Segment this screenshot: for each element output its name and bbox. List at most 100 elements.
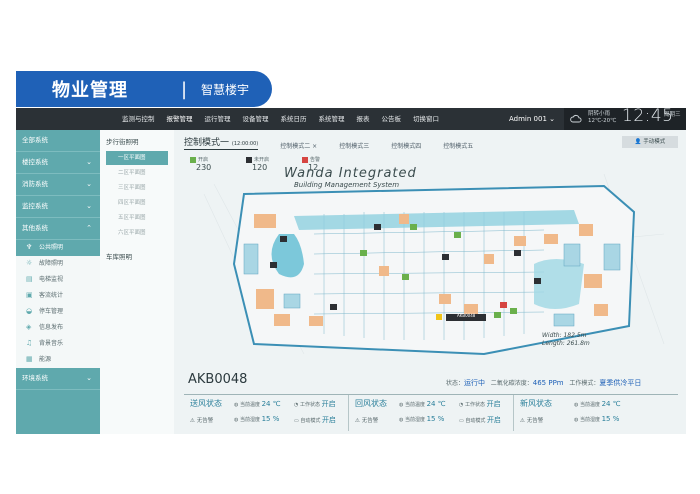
mode-tabs: 控制模式一 (12:00:00) 控制模式二 × 控制模式三 控制模式四 控制模… (184, 136, 495, 150)
legend-off-count: 120 (252, 163, 268, 172)
sidebar-group-label: 全部系统 (22, 136, 48, 144)
sidebar-item-traffic[interactable]: ▣ 客流统计 (16, 288, 100, 304)
banner-subtitle: 智慧楼宇 (201, 83, 250, 97)
sidebar-item-elevator[interactable]: ▤ 电梯监视 (16, 272, 100, 288)
menu-item-report[interactable]: 报表 (351, 108, 376, 130)
floor-item-6[interactable]: 六区平面图 (106, 226, 168, 240)
legend-off-swatch (246, 156, 252, 163)
floor-panel: 步行街照明 一区平面图 二区平面图 三区平面图 四区平面图 五区平面图 六区平面… (100, 130, 174, 434)
co2-value: 465 PPm (532, 379, 564, 387)
menu-item-switch-window[interactable]: 切换窗口 (407, 108, 445, 130)
floor-item-5[interactable]: 五区平面图 (106, 211, 168, 225)
sidebar-group-label: 其他系统 (22, 224, 48, 232)
sidebar-group-label: 环境系统 (22, 374, 48, 382)
menu-item-device[interactable]: 设备管理 (237, 108, 275, 130)
run-status: 运行中 (464, 379, 486, 387)
return-air-card: 回风状态 ◍ 当前温度 24 ℃ ◔ 工作状态 开启 ⚠ 无告警 ◍ 当前湿度 … (349, 395, 514, 431)
alarm-icon: ☼ (26, 259, 33, 267)
status-icon: ◔ (294, 402, 299, 408)
sidebar-item-public-lighting[interactable]: ♆ 公共照明 (16, 240, 100, 256)
tab-mode-4[interactable]: 控制模式四 (391, 141, 421, 150)
sidebar-group-building[interactable]: 楼控系统 ⌄ (16, 152, 100, 174)
sidebar-item-energy[interactable]: ▦ 能源 (16, 352, 100, 368)
sidebar-item-fault-lighting[interactable]: ☼ 故障照明 (16, 256, 100, 272)
manual-mode-button[interactable]: 👤 手动模式 (622, 136, 678, 148)
menu-item-calendar[interactable]: 系统日历 (275, 108, 313, 130)
floor-plan-drawing (184, 154, 678, 368)
sidebar-group-other[interactable]: 其他系统 ⌃ (16, 218, 100, 240)
floor-item-3[interactable]: 三区平面图 (106, 181, 168, 195)
energy-icon: ▦ (26, 355, 33, 363)
weather-temperature: 12℃-20℃ (588, 118, 617, 124)
app-window: 监测与控制 报警管理 运行管理 设备管理 系统日历 系统管理 报表 公告板 切换… (16, 108, 686, 434)
tab-mode-2[interactable]: 控制模式二 × (280, 141, 317, 150)
auto-icon: ▭ (294, 418, 299, 424)
device-info-panel: AKB0048 状态：运行中 二氧化碳浓度：465 PPm 工作模式：夏季供冷平… (184, 370, 678, 432)
car-icon: ◒ (26, 307, 33, 315)
status-cards: 送风状态 ◍ 当前温度 24 ℃ ◔ 工作状态 开启 ⚠ 无告警 ◍ 当前湿度 … (184, 394, 678, 431)
banner-separator: | (181, 79, 188, 100)
device-code: AKB0048 (188, 372, 248, 387)
device-tag[interactable]: AKB0048 (457, 313, 475, 318)
fresh-air-card: 新风状态 ◍ 当前温度 24 ℃ ⚠ 无告警 ◍ 当前湿度 15 % (520, 399, 621, 424)
main-menu: 监测与控制 报警管理 运行管理 设备管理 系统日历 系统管理 报表 公告板 切换… (116, 108, 445, 130)
legend-alarm-swatch (302, 156, 308, 163)
garage-lighting-heading[interactable]: 车库照明 (100, 241, 174, 261)
humidity-icon: ◍ (234, 417, 239, 423)
main-content: 控制模式一 (12:00:00) 控制模式二 × 控制模式三 控制模式四 控制模… (176, 130, 686, 434)
status-icon: ◔ (459, 402, 464, 408)
menu-item-board[interactable]: 公告板 (376, 108, 408, 130)
legend-on-count: 230 (196, 163, 212, 172)
legend-on: 开启 230 (190, 156, 211, 172)
supply-air-card: 送风状态 ◍ 当前温度 24 ℃ ◔ 工作状态 开启 ⚠ 无告警 ◍ 当前湿度 … (184, 395, 349, 431)
menu-item-monitor[interactable]: 监测与控制 (116, 108, 161, 130)
cloud-icon (570, 114, 582, 123)
banner-title: 物业管理 (52, 80, 128, 101)
floor-plan-map[interactable]: 开启 230 未开启 120 告警 12 Wanda Integrated Bu… (184, 154, 678, 368)
weather-widget: 阴转小雨 12℃-20℃ 12:45 周期三 (564, 108, 686, 130)
sidebar-item-info[interactable]: ◈ 信息发布 (16, 320, 100, 336)
humidity-icon: ◍ (574, 417, 579, 423)
floor-item-1[interactable]: 一区平面图 (106, 151, 168, 165)
music-icon: ♫ (26, 339, 33, 347)
sidebar-group-all[interactable]: 全部系统 (16, 130, 100, 152)
sidebar-group-environment[interactable]: 环境系统 ⌄ (16, 368, 100, 390)
device-status-line: 状态：运行中 二氧化碳浓度：465 PPm 工作模式：夏季供冷平日 (446, 379, 642, 387)
sidebar-group-cctv[interactable]: 监控系统 ⌄ (16, 196, 100, 218)
floor-panel-heading: 步行街照明 (106, 138, 139, 146)
thermometer-icon: ◍ (574, 402, 579, 408)
floor-item-4[interactable]: 四区平面图 (106, 196, 168, 210)
sidebar: 全部系统 楼控系统 ⌄ 消防系统 ⌄ 监控系统 ⌄ 其他系统 ⌃ ♆ 公共照明 ☼ 故障照明… (16, 130, 100, 434)
menu-item-operation[interactable]: 运行管理 (199, 108, 237, 130)
user-menu[interactable]: Admin 001 ⌄ (509, 108, 555, 130)
menu-item-system[interactable]: 系统管理 (313, 108, 351, 130)
floor-item-2[interactable]: 二区平面图 (106, 166, 168, 180)
thermometer-icon: ◍ (234, 402, 239, 408)
weekday: 周期三 (664, 112, 681, 118)
sidebar-item-music[interactable]: ♫ 背景音乐 (16, 336, 100, 352)
chevron-down-icon: ⌄ (86, 374, 92, 382)
tab-mode-1[interactable]: 控制模式一 (12:00:00) (184, 135, 259, 150)
thermometer-icon: ◍ (399, 402, 404, 408)
page-banner: 物业管理 | 智慧楼宇 (16, 71, 272, 107)
top-nav: 监测与控制 报警管理 运行管理 设备管理 系统日历 系统管理 报表 公告板 切换… (16, 108, 686, 130)
chevron-down-icon: ⌄ (86, 158, 92, 166)
legend-off: 未开启 120 (246, 156, 269, 172)
plan-title: Wanda Integrated Building Management Sys… (284, 166, 417, 189)
elevator-icon: ▤ (26, 275, 33, 283)
lamp-icon: ♆ (26, 243, 33, 251)
sidebar-group-label: 楼控系统 (22, 158, 48, 166)
warning-icon: ⚠ (355, 418, 360, 424)
menu-item-alarm[interactable]: 报警管理 (161, 108, 199, 130)
legend-on-swatch (190, 156, 196, 163)
sidebar-submenu: ♆ 公共照明 ☼ 故障照明 ▤ 电梯监视 ▣ 客流统计 ◒ 停车管理 ◈ 信息发布 ♫ 背景音… (16, 240, 100, 368)
sidebar-group-label: 消防系统 (22, 180, 48, 188)
plan-dimensions: Width: 182.5m Length: 261.8m (542, 332, 590, 347)
tab-mode-3[interactable]: 控制模式三 (339, 141, 369, 150)
sidebar-item-parking[interactable]: ◒ 停车管理 (16, 304, 100, 320)
weather-condition: 阴转小雨 (588, 111, 611, 117)
chevron-down-icon: ⌄ (86, 180, 92, 188)
sidebar-group-fire[interactable]: 消防系统 ⌄ (16, 174, 100, 196)
tab-mode-5[interactable]: 控制模式五 (443, 141, 473, 150)
chevron-up-icon: ⌃ (86, 224, 92, 232)
